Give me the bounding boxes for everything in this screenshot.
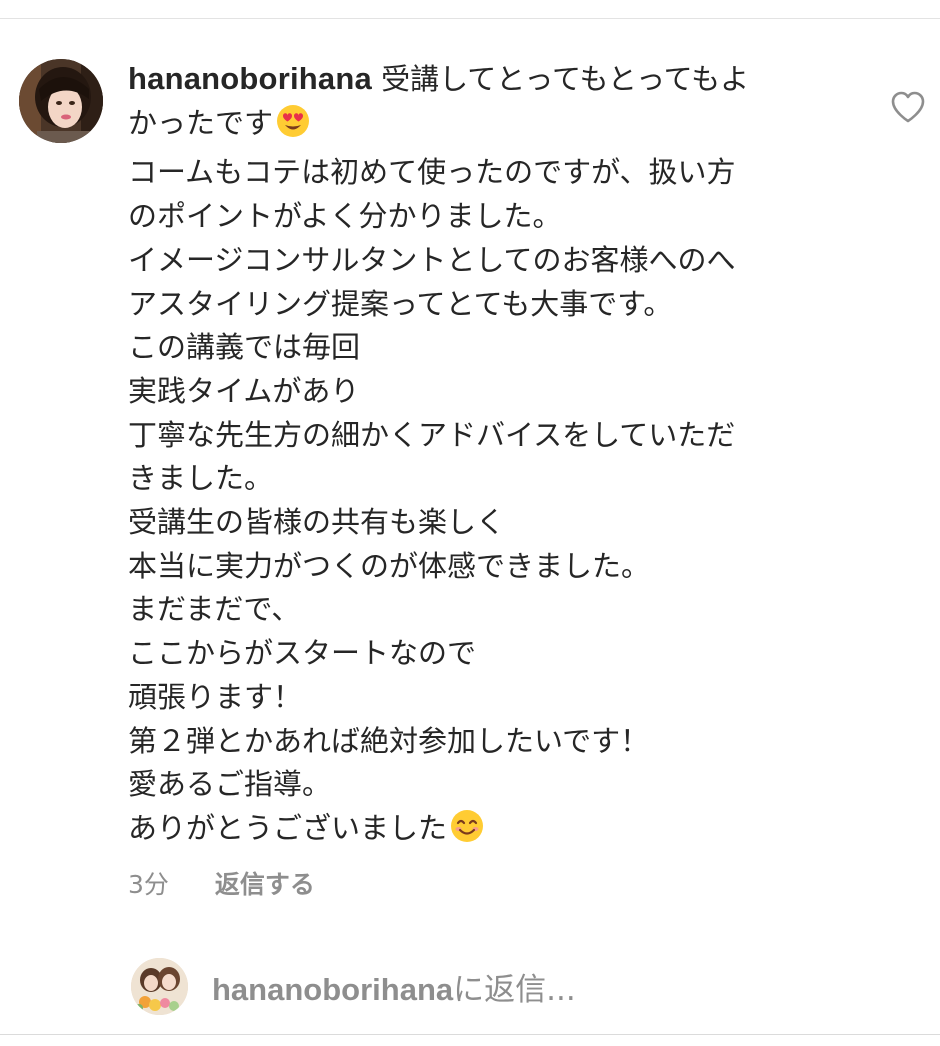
comment-text-line: 丁寧な先生方の細かくアドバイスをしていただ — [128, 417, 736, 452]
reply-placeholder-suffix: に返信... — [453, 971, 576, 1008]
comment-text-line: 頑張ります！ — [128, 679, 303, 714]
comment-text-line: アスタイリング提案ってとても大事です。 — [128, 286, 673, 321]
comment-text-line: 受講生の皆様の共有も楽しく — [128, 505, 506, 540]
comment-text-line: 第２弾とかあれば絶対参加したいです！ — [128, 723, 650, 758]
comment-text-line: この講義では毎回 — [128, 330, 361, 365]
reply-composer: hananoborihanaに返信... — [131, 957, 576, 1015]
smiling-emoji-icon — [449, 808, 485, 857]
comment-text-line: 愛あるご指導。 — [128, 767, 332, 802]
comment-text-line: のポイントがよく分かりました。 — [128, 199, 562, 234]
top-divider — [0, 18, 940, 19]
heart-eyes-emoji-icon — [275, 103, 311, 152]
reply-button[interactable]: 返信する — [215, 865, 315, 901]
comment-meta: 3分 返信する — [128, 865, 315, 901]
comment-text-line: コームもコテは初めて使ったのですが、扱い方 — [128, 155, 736, 190]
commenter-avatar[interactable] — [19, 59, 103, 143]
reply-input[interactable]: hananoborihanaに返信... — [212, 964, 576, 1009]
comment-text-line: ここからがスタートなので — [128, 636, 477, 671]
comment-text-line: きました。 — [128, 461, 274, 496]
comment-text-line: 実践タイムがあり — [128, 373, 360, 408]
comment-first-line: hananoborihana 受講してとってもとってもよ — [128, 57, 828, 102]
reply-target-username: hananoborihana — [212, 971, 454, 1007]
heart-outline-icon[interactable] — [890, 90, 926, 124]
bottom-divider — [0, 1034, 940, 1035]
comment-text-segment: かったです — [128, 105, 274, 140]
comment-timestamp: 3分 — [128, 870, 169, 899]
comment-text-line: かったです — [128, 102, 828, 152]
comment-text-segment: ありがとうございました — [128, 810, 448, 845]
comment-body: hananoborihana 受講してとってもとってもよ かったです コームもコ… — [128, 57, 828, 857]
comment-username[interactable]: hananoborihana — [128, 61, 372, 96]
current-user-avatar — [131, 957, 188, 1015]
comment-text-line: まだまだで、 — [128, 592, 301, 627]
comment-text-line: 受講してとってもとってもよ — [381, 62, 750, 96]
comment-text-line: ありがとうございました — [128, 807, 828, 857]
comment-text-line: イメージコンサルタントとしてのお客様へのへ — [128, 242, 736, 277]
comment-text-line: 本当に実力がつくのが体感できました。 — [128, 548, 651, 583]
